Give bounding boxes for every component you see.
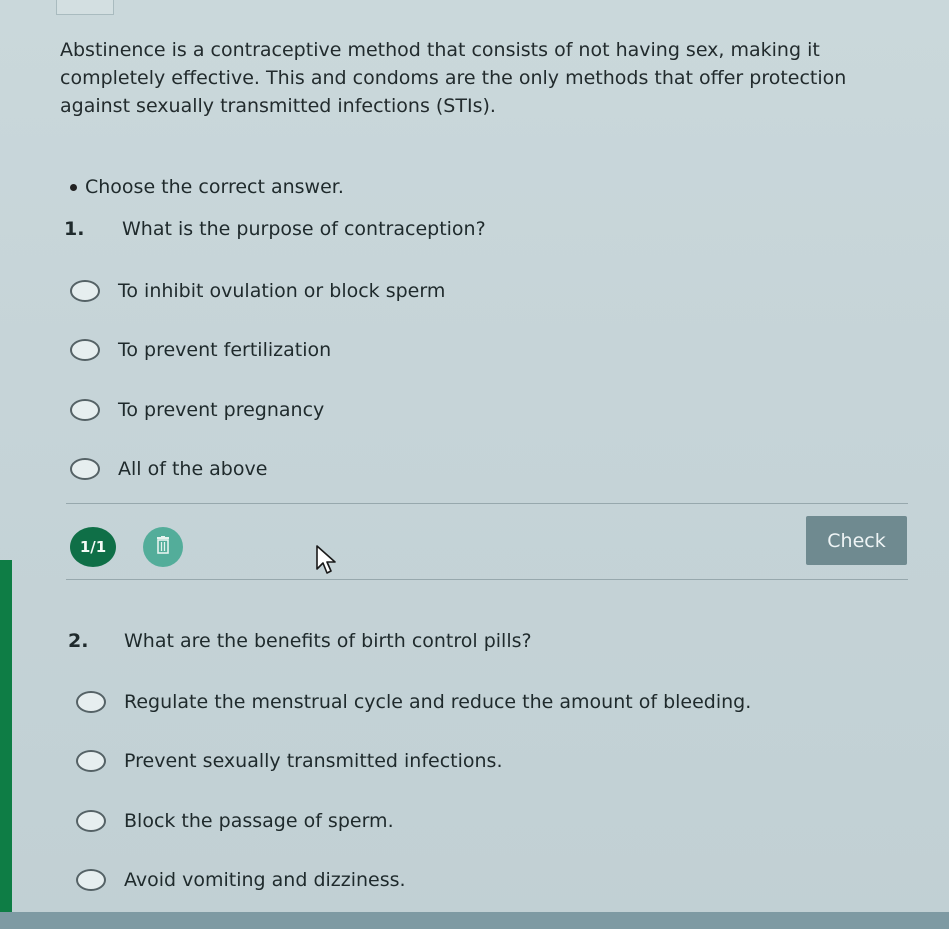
option-q1-c[interactable]: To prevent pregnancy	[70, 399, 324, 421]
mouse-pointer-icon	[316, 545, 338, 579]
option-label: Prevent sexually transmitted infections.	[124, 750, 503, 772]
radio-button[interactable]	[76, 691, 106, 713]
question-text: What are the benefits of birth control p…	[124, 630, 532, 652]
option-q2-b[interactable]: Prevent sexually transmitted infections.	[76, 750, 503, 772]
question-text: What is the purpose of contraception?	[122, 218, 486, 240]
option-label: Regulate the menstrual cycle and reduce …	[124, 691, 752, 713]
radio-button[interactable]	[70, 280, 100, 302]
attempt-counter-badge: 1/1	[70, 527, 116, 567]
exercise-screen: Abstinence is a contraceptive method tha…	[0, 0, 949, 929]
trash-icon	[156, 536, 170, 558]
bullet-icon	[70, 183, 77, 191]
option-q2-a[interactable]: Regulate the menstrual cycle and reduce …	[76, 691, 751, 713]
instruction-text: Choose the correct answer.	[85, 176, 344, 198]
toolbar-divider-top	[66, 503, 908, 504]
option-label: To prevent fertilization	[118, 339, 332, 361]
radio-button[interactable]	[76, 810, 106, 832]
radio-button[interactable]	[76, 750, 106, 772]
option-q1-d[interactable]: All of the above	[70, 458, 267, 480]
radio-button[interactable]	[76, 869, 106, 891]
instruction: Choose the correct answer.	[70, 176, 344, 198]
question-number: 2.	[68, 630, 89, 652]
side-edge	[0, 560, 12, 912]
option-label: All of the above	[118, 458, 268, 480]
radio-button[interactable]	[70, 339, 100, 361]
option-label: Avoid vomiting and dizziness.	[124, 869, 406, 891]
option-q1-a[interactable]: To inhibit ovulation or block sperm	[70, 280, 445, 302]
question-2: 2. What are the benefits of birth contro…	[68, 630, 532, 652]
radio-button[interactable]	[70, 458, 100, 480]
intro-paragraph: Abstinence is a contraceptive method tha…	[60, 39, 847, 117]
option-q1-b[interactable]: To prevent fertilization	[70, 339, 331, 361]
option-label: To prevent pregnancy	[118, 399, 325, 421]
radio-button[interactable]	[70, 399, 100, 421]
bottom-strip	[0, 912, 949, 929]
top-tab[interactable]	[56, 0, 114, 15]
check-button[interactable]: Check	[806, 516, 907, 565]
option-label: To inhibit ovulation or block sperm	[118, 280, 446, 302]
question-number: 1.	[64, 218, 85, 240]
delete-button[interactable]	[143, 527, 183, 567]
toolbar-divider-bottom	[66, 579, 908, 580]
option-label: Block the passage of sperm.	[124, 810, 394, 832]
option-q2-d[interactable]: Avoid vomiting and dizziness.	[76, 869, 406, 891]
question-1: 1. What is the purpose of contraception?	[64, 218, 486, 240]
option-q2-c[interactable]: Block the passage of sperm.	[76, 810, 394, 832]
